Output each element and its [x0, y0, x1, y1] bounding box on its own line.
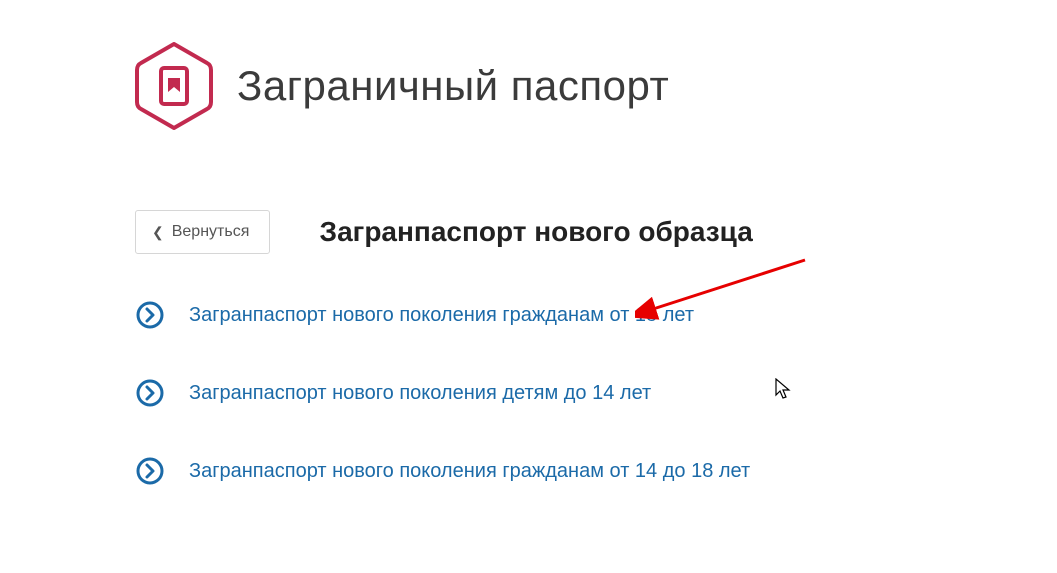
- option-label: Загранпаспорт нового поколения детям до …: [189, 382, 651, 405]
- chevron-right-circle-icon: [135, 378, 165, 408]
- option-passport-children-under14[interactable]: Загранпаспорт нового поколения детям до …: [135, 378, 922, 408]
- chevron-right-circle-icon: [135, 300, 165, 330]
- option-passport-14to18[interactable]: Загранпаспорт нового поколения гражданам…: [135, 456, 922, 486]
- option-label: Загранпаспорт нового поколения гражданам…: [189, 460, 750, 483]
- page-title: Заграничный паспорт: [237, 62, 669, 110]
- option-list: Загранпаспорт нового поколения гражданам…: [135, 300, 922, 486]
- section-title: Загранпаспорт нового образца: [150, 216, 922, 248]
- option-passport-adults-18plus[interactable]: Загранпаспорт нового поколения гражданам…: [135, 300, 922, 330]
- chevron-right-circle-icon: [135, 456, 165, 486]
- passport-hexagon-icon: [135, 42, 213, 130]
- option-label: Загранпаспорт нового поколения гражданам…: [189, 304, 694, 327]
- subheader: ❮ Вернуться Загранпаспорт нового образца: [135, 210, 922, 254]
- page-header: Заграничный паспорт: [135, 42, 922, 130]
